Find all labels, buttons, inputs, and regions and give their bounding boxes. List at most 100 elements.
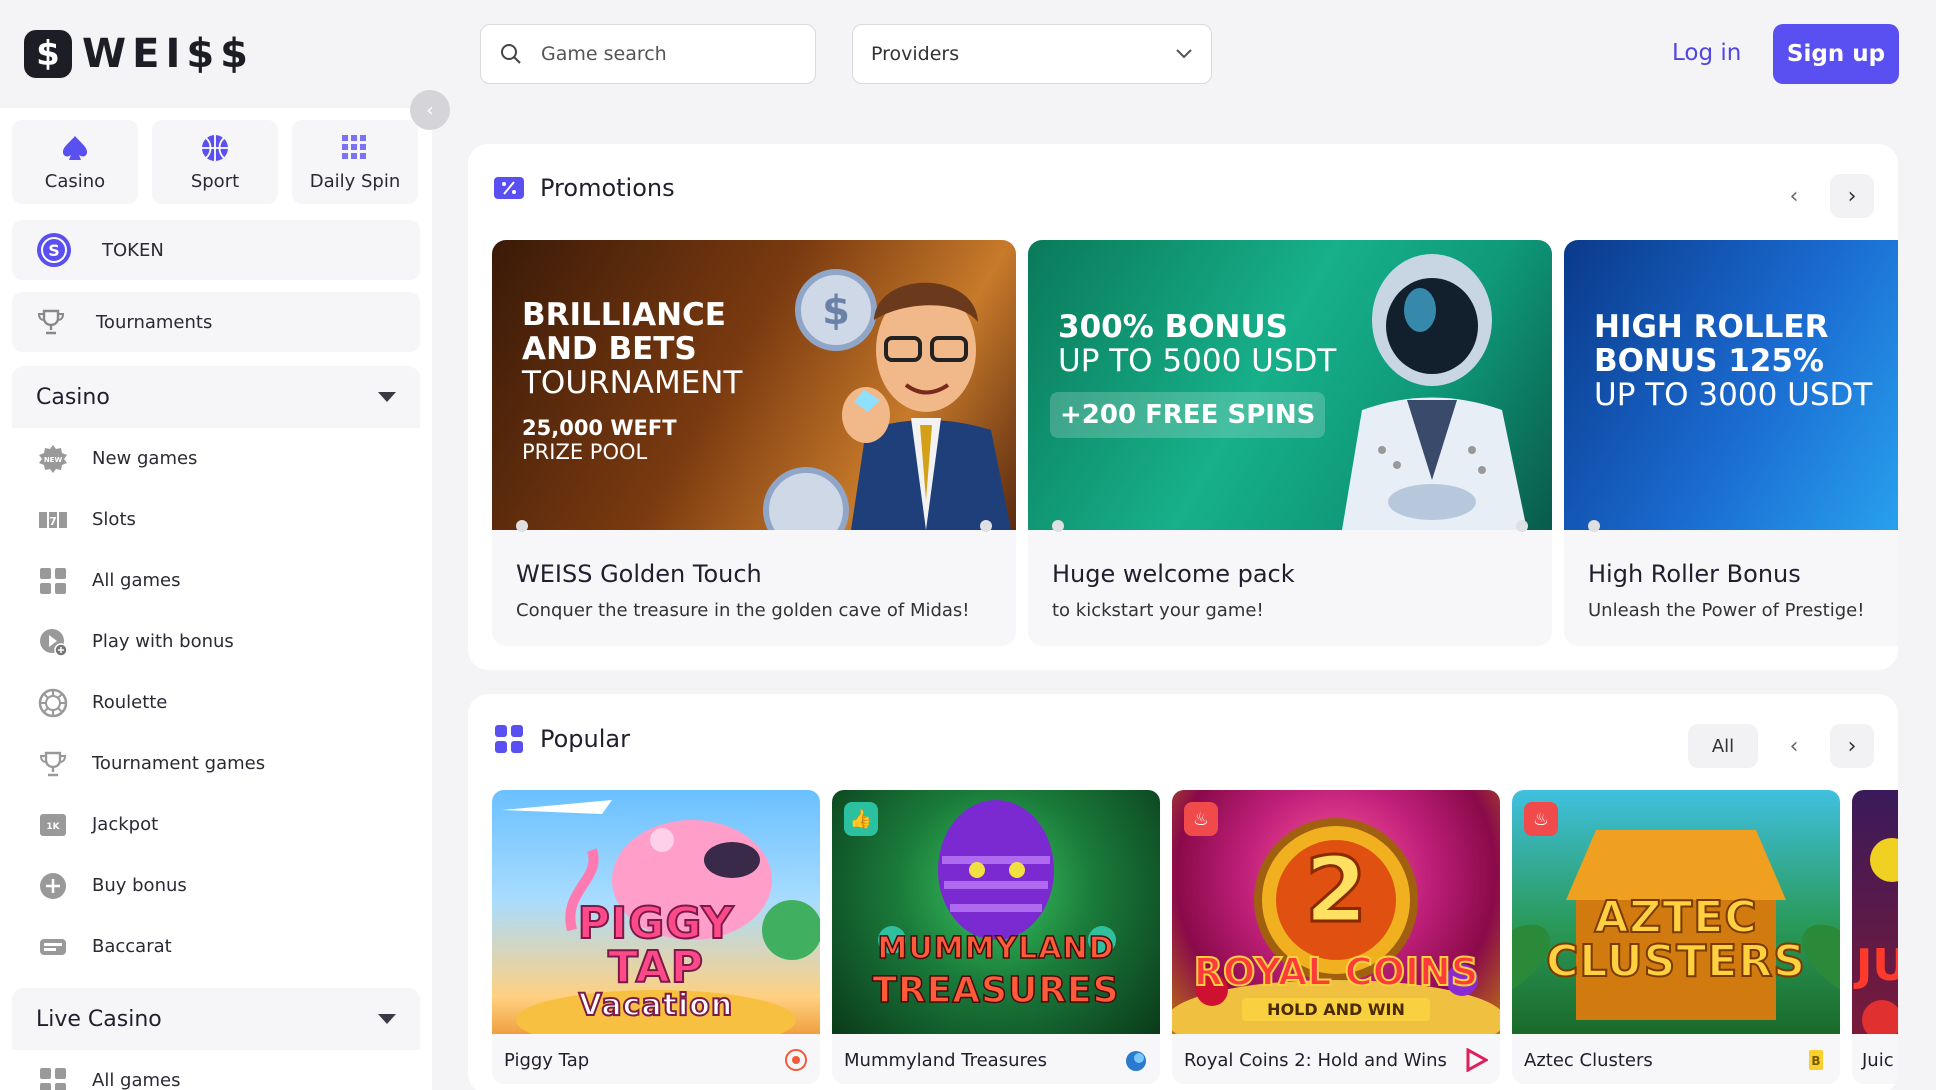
- fruit-illustration: [1862, 838, 1898, 1034]
- chevron-left-icon: ‹: [1789, 733, 1799, 759]
- menu-item-label: Play with bonus: [92, 631, 234, 652]
- game-art-subtitle: HOLD AND WIN: [1242, 998, 1430, 1021]
- site-logo[interactable]: $ WEI$$: [24, 30, 254, 78]
- svg-text:B: B: [1811, 1054, 1820, 1068]
- game-thumbnail: 2 ROYAL COINS HOLD AND WIN: [1172, 790, 1500, 1034]
- promo-headline: HIGH ROLLER BONUS 125% UP TO 3000 USDT: [1594, 309, 1873, 413]
- promotions-header: Promotions: [494, 174, 675, 202]
- signup-button[interactable]: Sign up: [1773, 24, 1899, 84]
- game-card-juic[interactable]: JU Juic: [1852, 790, 1898, 1084]
- game-name: Royal Coins 2: Hold and Wins: [1184, 1050, 1447, 1071]
- provider-play-icon: [1466, 1048, 1488, 1072]
- quick-sport[interactable]: Sport: [152, 120, 278, 204]
- promo-card-golden-touch[interactable]: $ BRILLIANCE AND BETS TOURNAMENT 25,000 …: [492, 240, 1016, 646]
- game-thumbnail: AZTEC CLUSTERS: [1512, 790, 1840, 1034]
- game-art-title: ROYAL COINS: [1193, 949, 1479, 995]
- menu-item-roulette[interactable]: Roulette: [12, 672, 420, 733]
- banner-dot: [1052, 520, 1064, 532]
- game-card-piggy-tap[interactable]: PIGGY TAP Vacation Piggy Tap: [492, 790, 820, 1084]
- game-search-input[interactable]: [541, 43, 781, 65]
- menu-item-all-games[interactable]: All games: [12, 550, 420, 611]
- game-card-mummyland[interactable]: MUMMYLAND TREASURES 👍 Mummyland Treasure…: [832, 790, 1160, 1084]
- all-games-icon: [38, 566, 68, 596]
- roulette-icon: [38, 688, 68, 718]
- plus-circle-icon: [38, 871, 68, 901]
- game-search-box[interactable]: [480, 24, 816, 84]
- popular-all-button[interactable]: All: [1688, 724, 1758, 768]
- slots-icon: 7: [38, 505, 68, 535]
- casino-section-title: Casino: [36, 384, 110, 410]
- game-name: Juic: [1862, 1050, 1894, 1071]
- casino-section: Casino NEW New games 7 Slots All games P…: [12, 366, 420, 977]
- promo-name: Huge welcome pack: [1052, 560, 1295, 588]
- banner-dot: [1516, 520, 1528, 532]
- promo-headline: 300% BONUS UP TO 5000 USDT: [1058, 309, 1337, 379]
- chevron-left-icon: ‹: [426, 99, 434, 121]
- play-bonus-icon: [38, 627, 68, 657]
- flame-hot-icon: ♨: [1184, 802, 1218, 836]
- game-card-royal-coins[interactable]: 2 ROYAL COINS HOLD AND WIN ♨ Royal Coins…: [1172, 790, 1500, 1084]
- promo-banner-high-roller: HIGH ROLLER BONUS 125% UP TO 3000 USDT: [1564, 240, 1898, 530]
- percent-tag-icon: [494, 177, 524, 199]
- chevron-left-icon: ‹: [1789, 183, 1799, 209]
- casino-section-header[interactable]: Casino: [12, 366, 420, 428]
- menu-item-label: Jackpot: [92, 814, 159, 835]
- popular-next-button[interactable]: ›: [1830, 724, 1874, 768]
- grid-icon: [495, 725, 523, 753]
- menu-item-label: All games: [92, 1070, 181, 1090]
- all-games-icon: [38, 1066, 68, 1090]
- live-casino-section-title: Live Casino: [36, 1006, 162, 1032]
- login-link[interactable]: Log in: [1672, 40, 1741, 66]
- providers-dropdown[interactable]: Providers: [852, 24, 1212, 84]
- basketball-icon: [202, 134, 228, 161]
- sidebar: Casino Sport Daily Spin S TOKEN Tourname…: [0, 108, 432, 1090]
- game-thumbnail: MUMMYLAND TREASURES: [832, 790, 1160, 1034]
- menu-item-tournament-games[interactable]: Tournament games: [12, 733, 420, 794]
- promotions-next-button[interactable]: ›: [1830, 174, 1874, 218]
- popular-title: Popular: [540, 725, 630, 753]
- menu-item-slots[interactable]: 7 Slots: [12, 489, 420, 550]
- logo-text: WEI$$: [82, 31, 254, 77]
- sidebar-tournaments[interactable]: Tournaments: [12, 292, 420, 352]
- astronaut-illustration: [1342, 254, 1527, 530]
- menu-item-play-with-bonus[interactable]: Play with bonus: [12, 611, 420, 672]
- menu-item-new-games[interactable]: NEW New games: [12, 428, 420, 489]
- thumbs-up-icon: 👍: [844, 802, 878, 836]
- menu-item-buy-bonus[interactable]: Buy bonus: [12, 855, 420, 916]
- sidebar-token-label: TOKEN: [102, 239, 164, 261]
- chevron-down-icon: [1176, 49, 1192, 59]
- provider-b-icon: B: [1809, 1050, 1823, 1070]
- spade-icon: [63, 135, 87, 160]
- sidebar-collapse-button[interactable]: ‹: [410, 90, 450, 130]
- popular-prev-button[interactable]: ‹: [1772, 724, 1816, 768]
- quick-daily-spin[interactable]: Daily Spin: [292, 120, 418, 204]
- quick-daily-spin-label: Daily Spin: [309, 170, 401, 192]
- game-card-aztec-clusters[interactable]: AZTEC CLUSTERS ♨ Aztec Clusters B: [1512, 790, 1840, 1084]
- menu-item-label: Tournament games: [92, 753, 266, 774]
- sidebar-token[interactable]: S TOKEN: [12, 220, 420, 280]
- promo-card-welcome-pack[interactable]: 300% BONUS UP TO 5000 USDT +200 FREE SPI…: [1028, 240, 1552, 646]
- promo-description: to kickstart your game!: [1052, 600, 1264, 621]
- promo-prize-label: PRIZE POOL: [522, 440, 648, 464]
- trophy-icon: [38, 749, 68, 779]
- menu-item-baccarat[interactable]: Baccarat: [12, 916, 420, 977]
- game-art-title: AZTEC CLUSTERS: [1545, 892, 1806, 987]
- logo-mark: $: [24, 30, 72, 78]
- promotions-prev-button[interactable]: ‹: [1772, 174, 1816, 218]
- promo-banner-welcome-pack: 300% BONUS UP TO 5000 USDT +200 FREE SPI…: [1028, 240, 1552, 530]
- menu-item-live-all-games[interactable]: All games: [12, 1050, 420, 1090]
- chevron-right-icon: ›: [1847, 183, 1857, 209]
- game-name: Aztec Clusters: [1524, 1050, 1653, 1071]
- svg-text:1K: 1K: [46, 822, 60, 832]
- promo-card-high-roller[interactable]: HIGH ROLLER BONUS 125% UP TO 3000 USDT H…: [1564, 240, 1898, 646]
- banner-dot: [980, 520, 992, 532]
- live-casino-section-header[interactable]: Live Casino: [12, 988, 420, 1050]
- quick-casino[interactable]: Casino: [12, 120, 138, 204]
- game-art-title: PIGGY TAP Vacation: [577, 898, 735, 1023]
- banner-dot: [516, 520, 528, 532]
- menu-item-jackpot[interactable]: 1K Jackpot: [12, 794, 420, 855]
- character-illustration: $: [763, 269, 1011, 530]
- game-name: Piggy Tap: [504, 1050, 590, 1071]
- promo-description: Unleash the Power of Prestige!: [1588, 600, 1865, 621]
- provider-target-icon: [785, 1049, 807, 1071]
